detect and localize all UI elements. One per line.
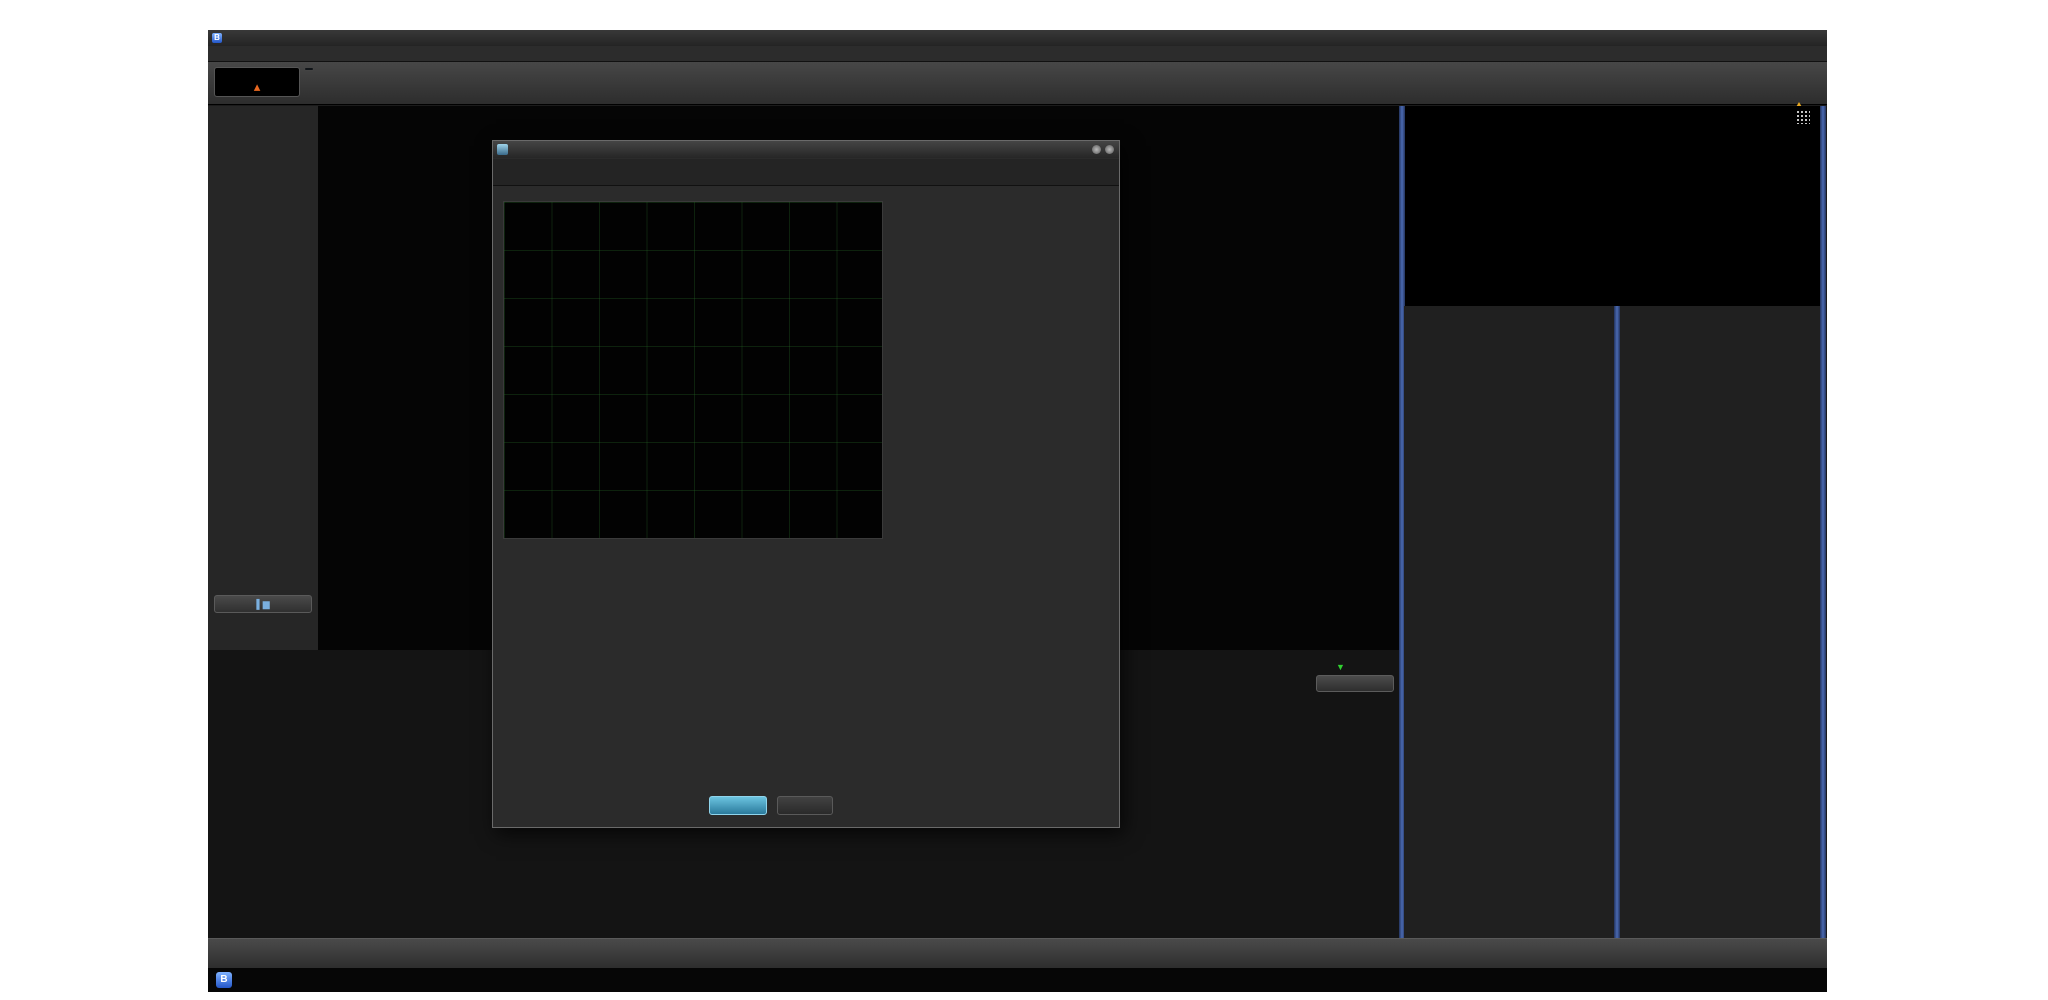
abstraction-editor-dialog [492,140,1120,828]
virtual-lj-icon [304,67,314,71]
abstraction-waveform [504,202,882,538]
taskbar-strip: B [208,968,1827,992]
menu-bar [208,46,1827,62]
dialog-pin-icon[interactable] [1092,145,1101,154]
laser-preview-panel [1404,106,1820,306]
undock-button[interactable] [1316,675,1394,692]
dialog-icon [497,144,508,155]
cancel-button[interactable] [777,796,833,815]
category-sidebar: ▌▆ [208,106,318,651]
status-bar [208,938,1827,968]
grid-dots-icon[interactable] [1796,110,1810,124]
dialog-title-bar[interactable] [493,141,1119,158]
beat-flame-icon: ▲ [254,80,261,93]
live-control-panel [1620,306,1820,938]
virtual-lj-button[interactable] [304,67,314,71]
main-toolbar: ▲ [208,62,1827,105]
ok-button[interactable] [709,796,767,815]
panel-divider [1820,106,1826,938]
dialog-toolbar [493,159,1119,186]
property-panel [893,189,1111,817]
title-bar: B [208,30,1827,46]
app-icon: B [212,33,222,43]
abstraction-preview-canvas[interactable] [503,201,883,539]
scroll-marker-icon: ▼ [1336,662,1345,672]
dialog-close-icon[interactable] [1105,145,1114,154]
monitor-button[interactable]: ▌▆ [214,595,312,613]
monitor-chart-icon: ▌▆ [256,599,269,609]
beyond-app-window: B ▲ ▌▆ ▼ [208,30,1827,968]
bpm-display[interactable]: ▲ [214,67,300,97]
time-control-panel [1404,306,1614,938]
preview-waveform [1405,106,1821,306]
taskbar-app-icon[interactable]: B [216,972,232,988]
screenshot-stage: B ▲ ▌▆ ▼ [0,0,2048,1000]
